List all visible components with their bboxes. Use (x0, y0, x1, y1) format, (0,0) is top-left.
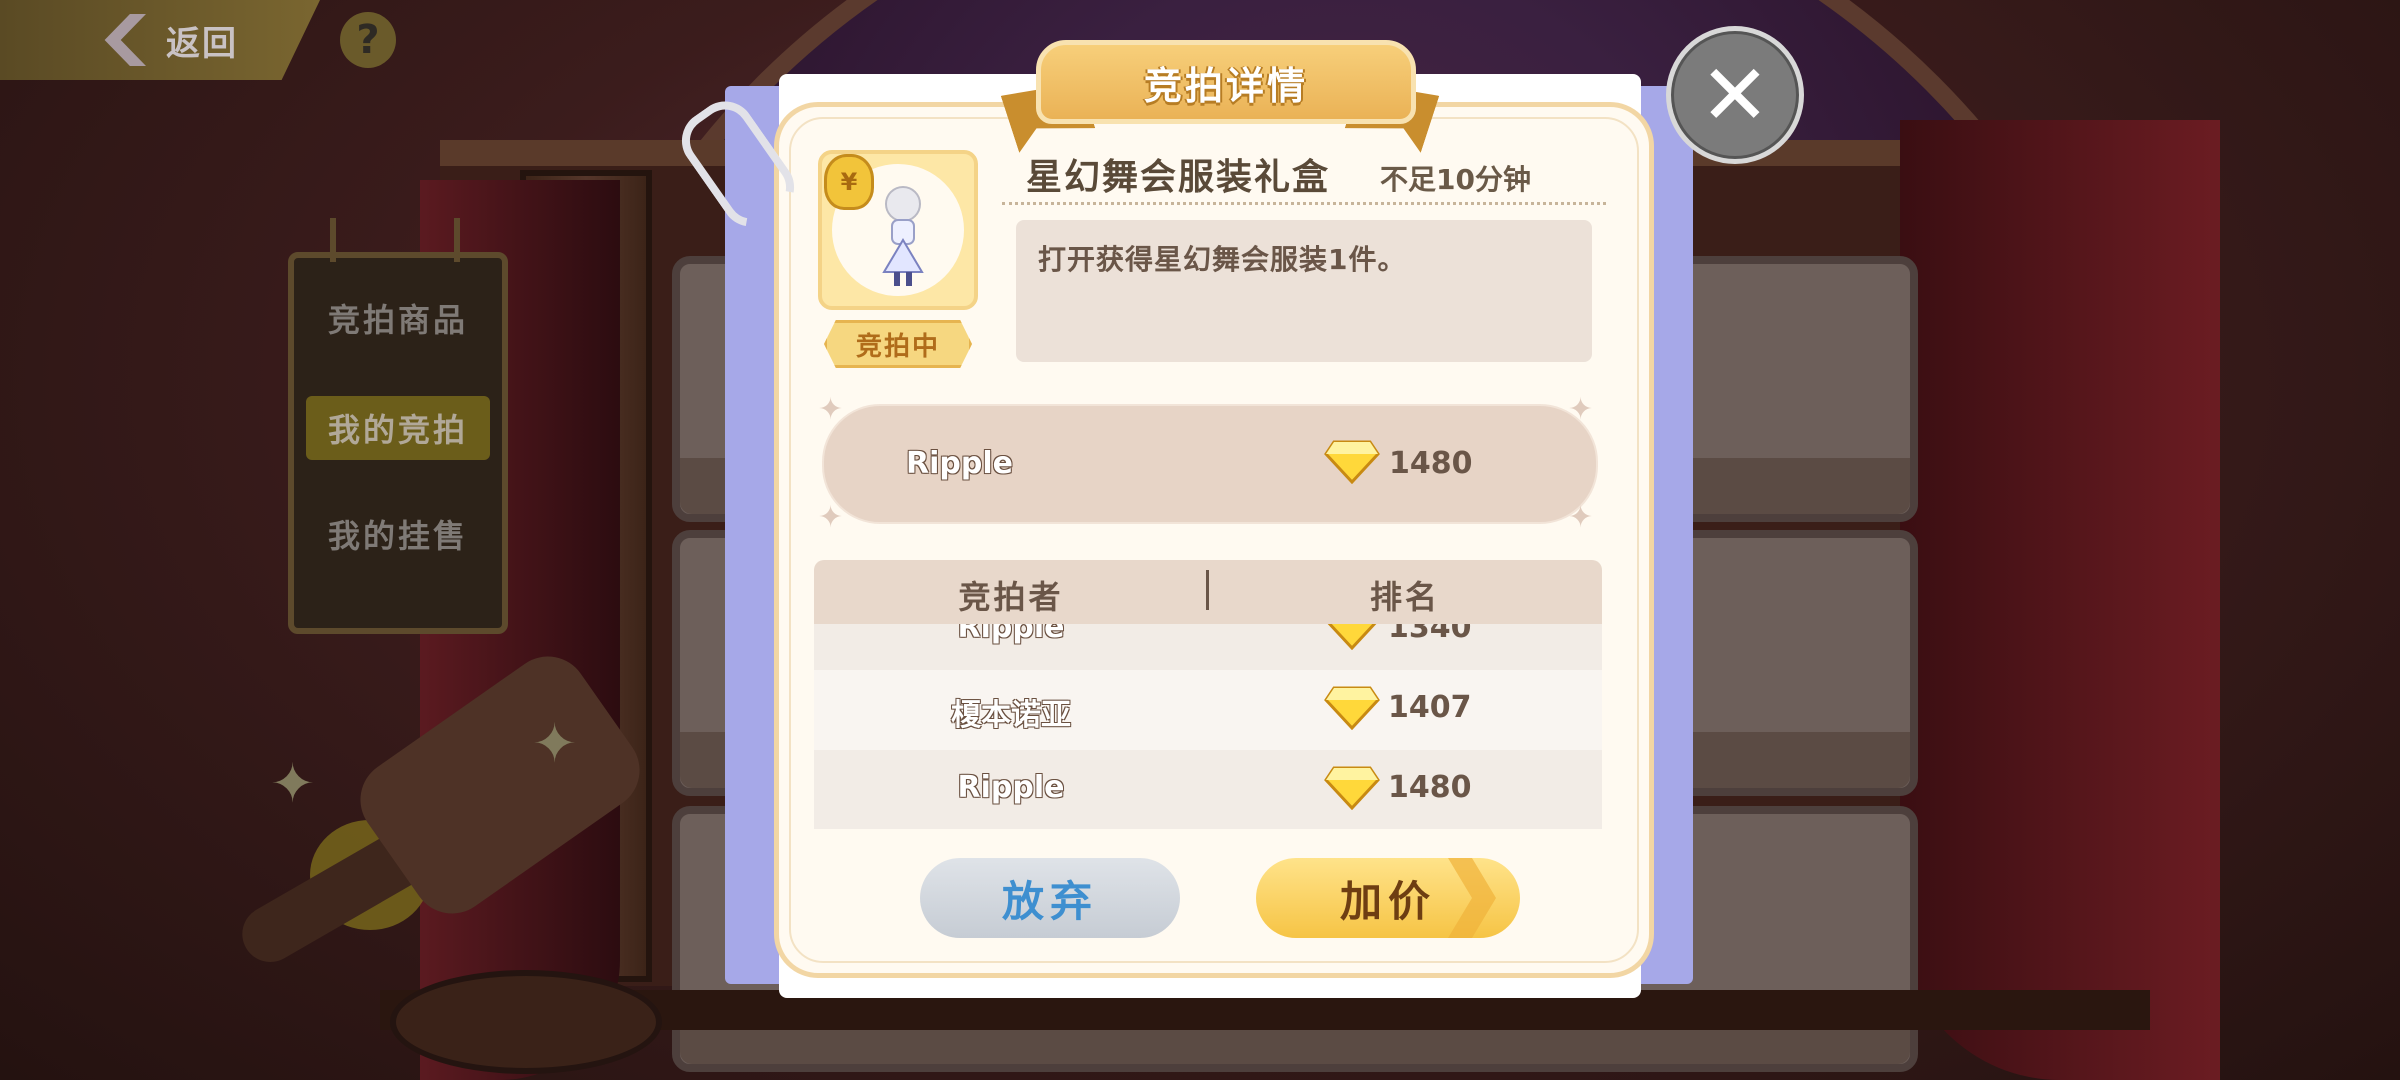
sign-hook (454, 218, 460, 262)
highest-bid-amount: 1480 (1389, 446, 1473, 481)
highest-bidder-name: Ripple (906, 446, 1013, 481)
diamond-icon (1324, 440, 1380, 484)
moneybag-icon: ¥ (824, 154, 874, 210)
sign-hook (330, 218, 336, 262)
sparkle-icon: ✦ (532, 712, 578, 775)
sparkle-icon: ✦ (270, 752, 316, 815)
sparkle-icon: ✦ (1568, 500, 1594, 535)
back-label: 返回 (166, 23, 238, 64)
time-left: 不足10分钟 (1380, 163, 1531, 196)
item-name: 星幻舞会服装礼盒 (1026, 157, 1331, 198)
bidder-table-header: 竞拍者 排名 (814, 560, 1602, 624)
col-header-rank: 排名 (1369, 578, 1440, 616)
divider (1002, 202, 1606, 205)
item-thumbnail[interactable]: ¥ (818, 150, 978, 310)
col-header-bidder: 竞拍者 (958, 578, 1064, 616)
costume-figure-icon (882, 186, 924, 286)
bidder-name: Ripple (957, 770, 1065, 805)
raise-bid-button[interactable]: 加价 (1256, 858, 1520, 938)
highest-bid-bar: Ripple 1480 (822, 404, 1598, 524)
back-button[interactable]: 返回 (100, 6, 290, 74)
sparkle-icon: ✦ (818, 392, 844, 427)
dialog-title-ribbon: 竞拍详情 (1036, 40, 1416, 124)
item-description: 打开获得星幻舞会服装1件。 (1038, 243, 1407, 276)
table-row: 榎本诺亚 1407 (814, 670, 1602, 750)
diamond-icon (1327, 624, 1377, 650)
bidder-name: 榎本诺亚 (951, 698, 1071, 733)
sidebar-menu: 竞拍商品 我的竞拍 我的挂售 (288, 218, 508, 634)
sidebar-item-auction-goods[interactable]: 竞拍商品 (306, 286, 490, 350)
close-button[interactable]: ✕ (1666, 26, 1804, 164)
sidebar-item-my-listings[interactable]: 我的挂售 (306, 502, 490, 566)
bidder-table-body[interactable]: Ripple 1340 榎本诺亚 1407 Ripple 1480 (814, 624, 1602, 829)
bid-amount: 1340 (1388, 624, 1472, 645)
raise-bid-label: 加价 (1339, 876, 1436, 926)
back-arrow-icon (104, 14, 146, 66)
gavel-base (390, 970, 662, 1074)
table-row: Ripple 1340 (814, 624, 1602, 670)
arrow-stripe-decoration (1448, 858, 1496, 938)
diamond-icon (1324, 766, 1380, 810)
sparkle-icon: ✦ (818, 500, 844, 535)
bid-amount: 1407 (1388, 690, 1472, 725)
help-button[interactable]: ? (340, 12, 396, 68)
auction-status-badge: 竞拍中 (824, 320, 972, 368)
sparkle-icon: ✦ (1568, 392, 1594, 427)
bid-amount: 1480 (1388, 770, 1472, 805)
table-row: Ripple 1480 (814, 750, 1602, 829)
diamond-icon (1324, 686, 1380, 730)
item-description-box: 打开获得星幻舞会服装1件。 (1016, 220, 1592, 362)
give-up-button[interactable]: 放弃 (920, 858, 1180, 938)
bidder-name: Ripple (957, 624, 1065, 645)
curtain-right (1900, 120, 2220, 1080)
sidebar-item-my-bids[interactable]: 我的竞拍 (306, 396, 490, 460)
dialog-title: 竞拍详情 (1143, 63, 1308, 108)
